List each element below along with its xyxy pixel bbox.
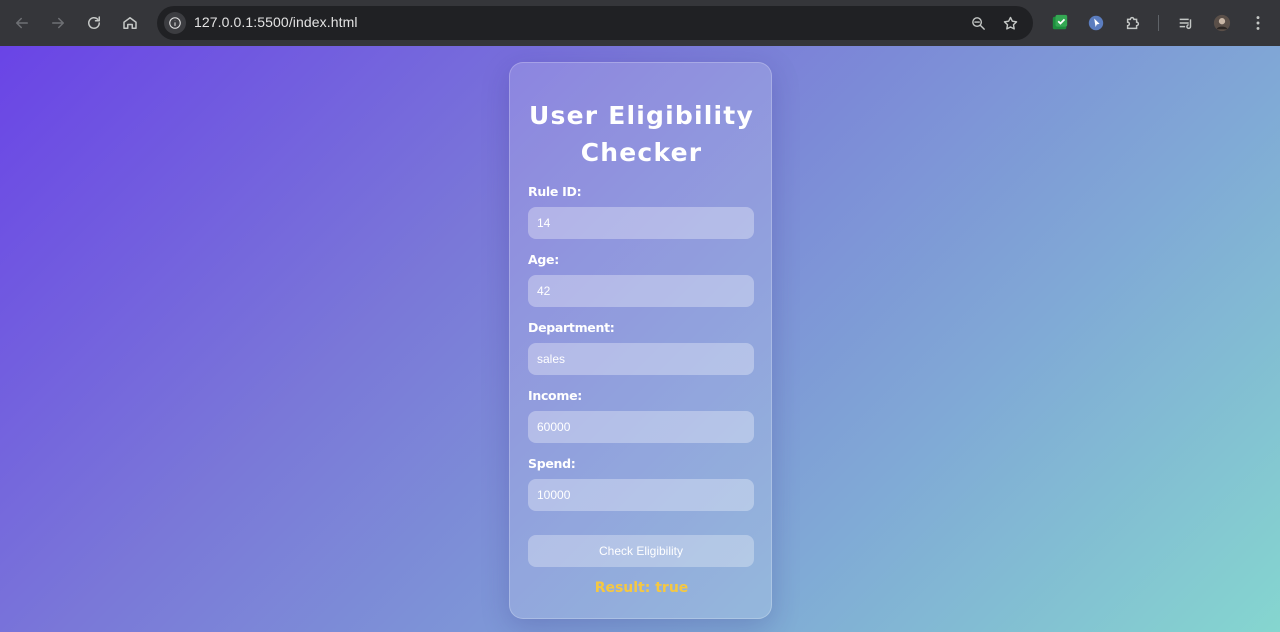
arrow-left-icon[interactable]	[8, 9, 36, 37]
browser-toolbar: 127.0.0.1:5500/index.html	[0, 0, 1280, 46]
cursor-extension-icon[interactable]	[1085, 12, 1107, 34]
income-label: Income:	[528, 388, 582, 403]
star-icon[interactable]	[1000, 13, 1020, 33]
check-eligibility-button[interactable]: Check Eligibility	[528, 535, 754, 567]
age-input[interactable]	[528, 275, 754, 307]
arrow-right-icon[interactable]	[44, 9, 72, 37]
kebab-menu-icon[interactable]	[1247, 12, 1269, 34]
department-label: Department:	[528, 320, 615, 335]
eligibility-form-card: User Eligibility Checker Rule ID: Age: D…	[509, 62, 772, 619]
reload-icon[interactable]	[80, 9, 108, 37]
page-background: User Eligibility Checker Rule ID: Age: D…	[0, 46, 1280, 632]
profile-avatar[interactable]	[1211, 12, 1233, 34]
extension-check-icon[interactable]	[1049, 12, 1071, 34]
page-title: User Eligibility Checker	[529, 101, 754, 167]
rule-id-input[interactable]	[528, 207, 754, 239]
url-text[interactable]: 127.0.0.1:5500/index.html	[194, 14, 358, 30]
department-input[interactable]	[528, 343, 754, 375]
zoom-out-icon[interactable]	[968, 13, 988, 33]
income-input[interactable]	[528, 411, 754, 443]
info-icon[interactable]	[164, 12, 186, 34]
rule-id-label: Rule ID:	[528, 184, 582, 199]
address-bar[interactable]: 127.0.0.1:5500/index.html	[157, 6, 1033, 40]
spend-label: Spend:	[528, 456, 576, 471]
toolbar-divider	[1158, 15, 1159, 31]
reading-list-icon[interactable]	[1175, 12, 1197, 34]
result-text: Result: true	[594, 580, 689, 596]
age-label: Age:	[528, 252, 559, 267]
puzzle-icon[interactable]	[1122, 12, 1144, 34]
spend-input[interactable]	[528, 479, 754, 511]
home-icon[interactable]	[116, 9, 144, 37]
